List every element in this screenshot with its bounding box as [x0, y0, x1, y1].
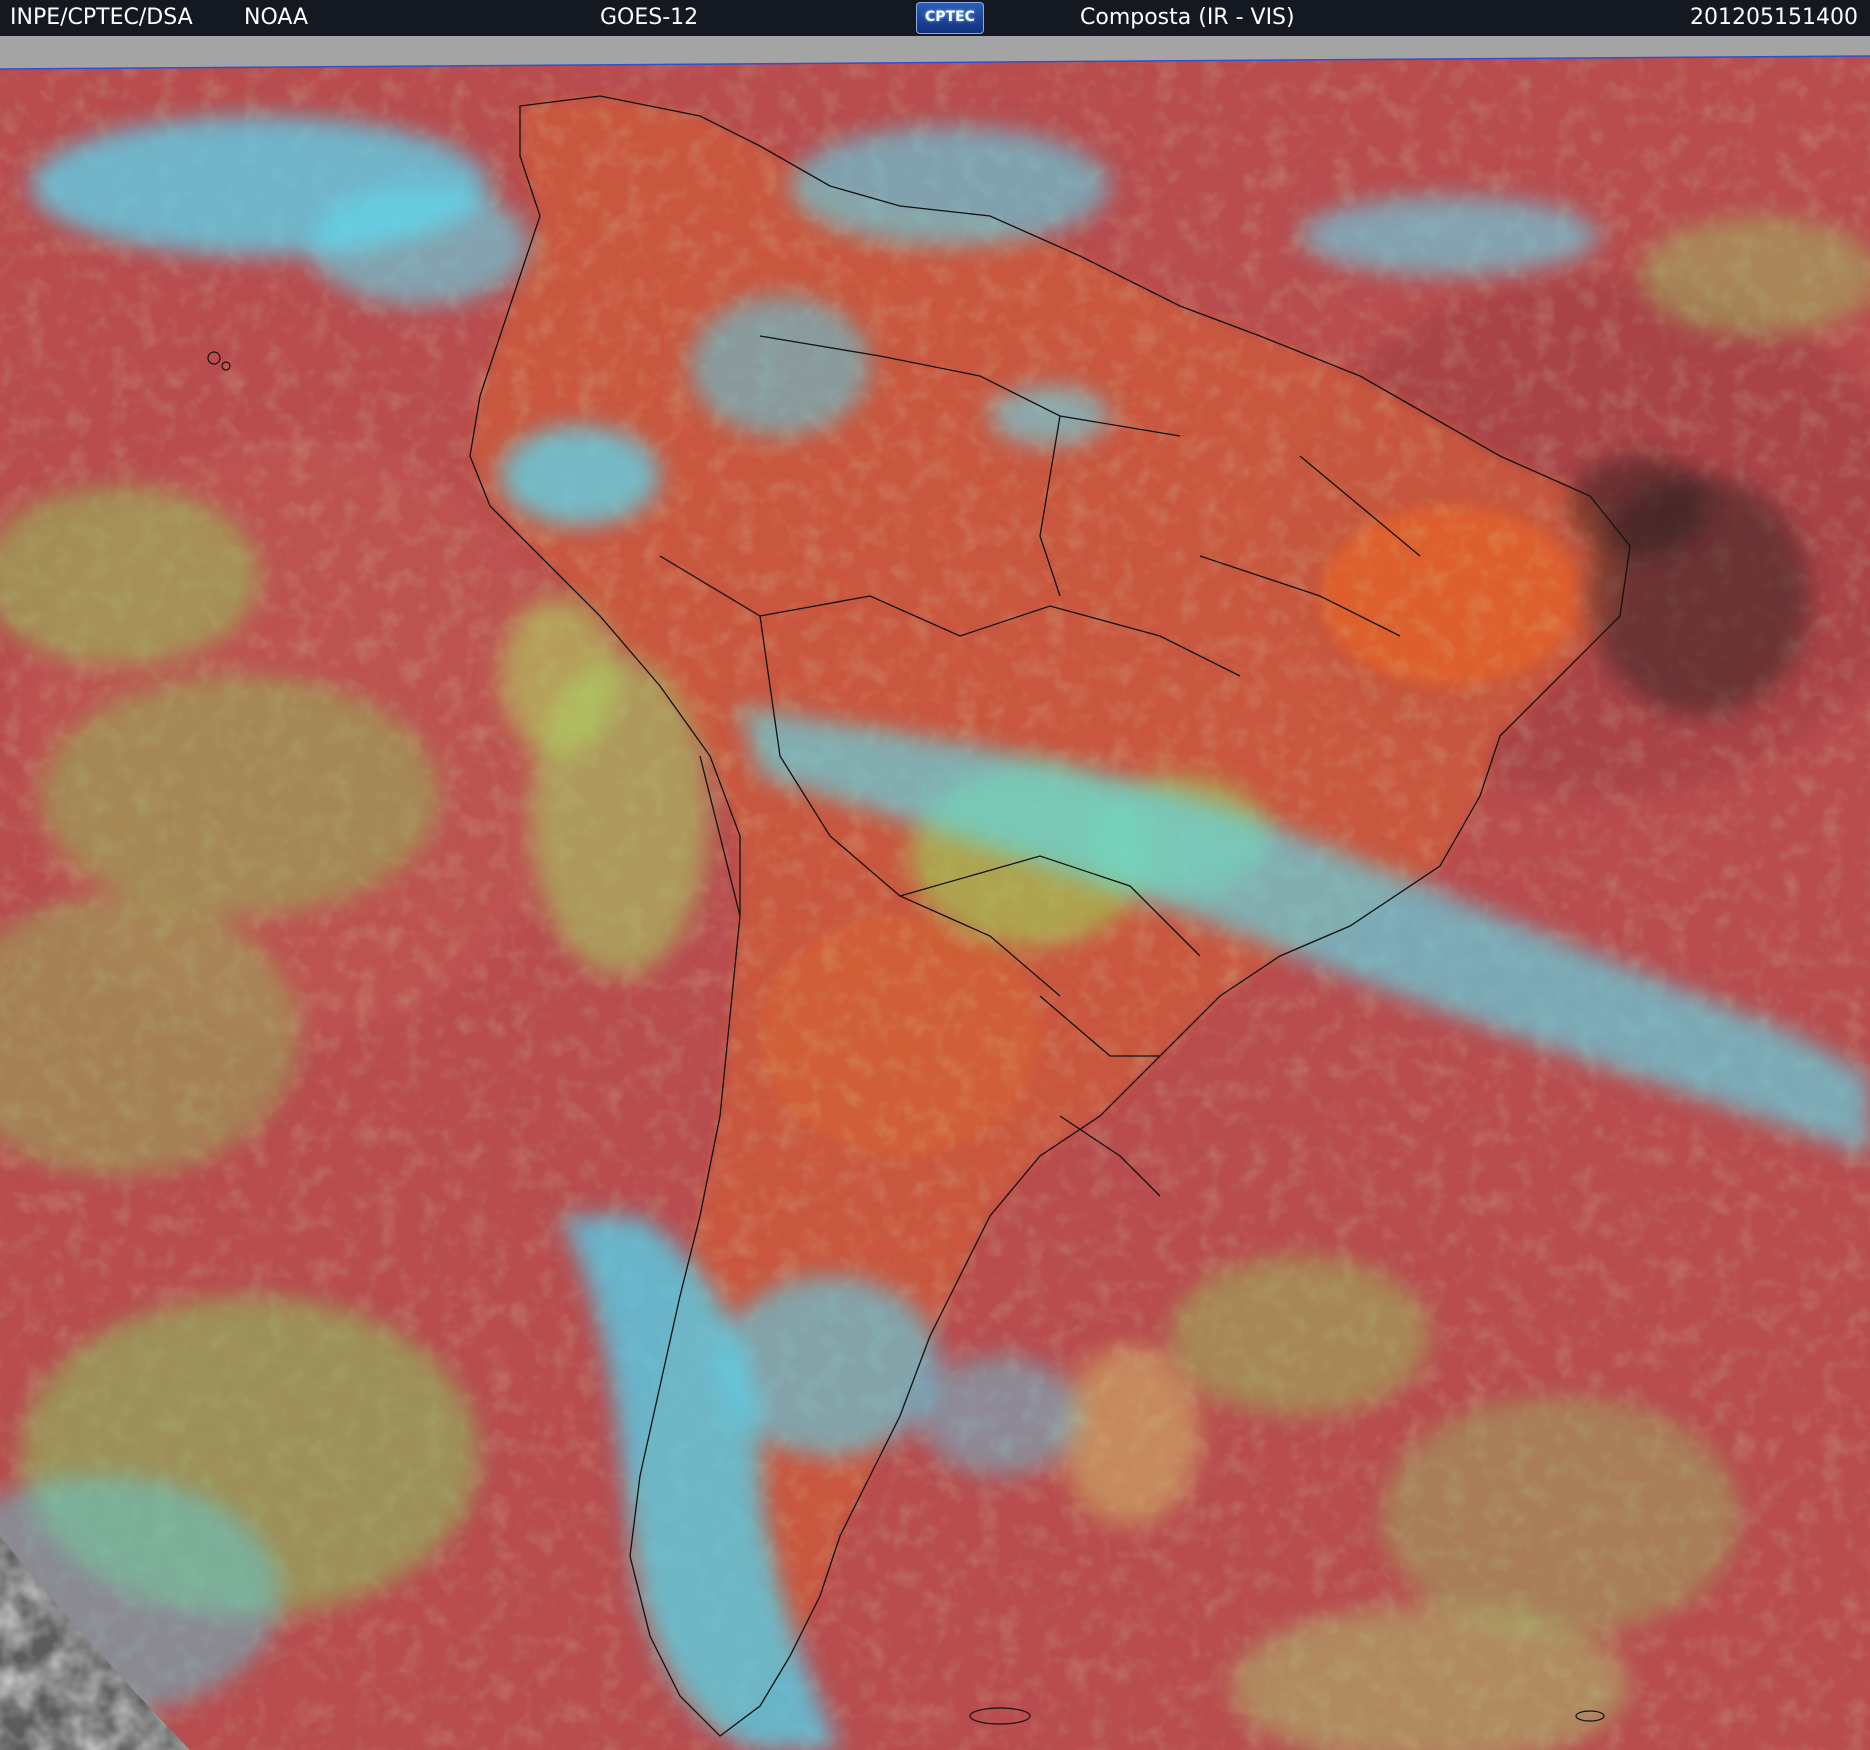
earth-disk	[0, 56, 1870, 1750]
satellite-label: GOES-12	[600, 5, 699, 30]
product-label: Composta (IR - VIS)	[1080, 5, 1295, 30]
image-header: INPE/CPTEC/DSA NOAA GOES-12 CPTEC Compos…	[0, 0, 1870, 36]
org-label: INPE/CPTEC/DSA	[10, 5, 193, 30]
cptec-logo: CPTEC	[916, 2, 984, 34]
satellite-map	[0, 36, 1870, 1750]
timestamp-label: 201205151400	[1690, 5, 1858, 30]
noaa-label: NOAA	[244, 5, 309, 30]
